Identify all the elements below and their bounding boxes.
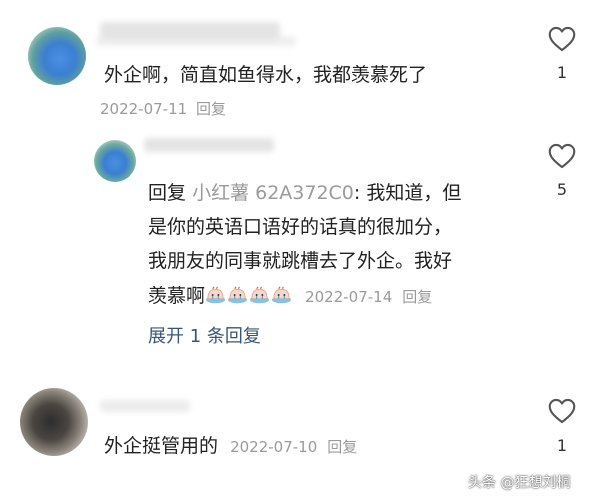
comment-date: 2022-07-10 xyxy=(230,438,318,456)
avatar[interactable] xyxy=(94,140,136,182)
heart-outline-icon[interactable] xyxy=(548,26,576,52)
reply-text-line: 是你的英语口语好的话真的很加分， xyxy=(148,216,453,238)
username-blurred xyxy=(144,138,274,152)
username-blurred xyxy=(100,400,190,412)
heart-outline-icon[interactable] xyxy=(548,398,576,424)
comment-date: 2022-07-11 xyxy=(100,100,188,118)
like-count: 1 xyxy=(556,63,568,82)
avatar[interactable] xyxy=(20,388,88,456)
watermark: 头条 @狂想刘桐 xyxy=(468,475,571,491)
comment-text-line: 外企挺管用的 2022-07-10 回复 xyxy=(104,431,357,458)
heart-outline-icon[interactable] xyxy=(548,143,576,169)
like-count: 1 xyxy=(556,436,568,455)
reply-text-line: 羡慕啊 2022-07-14 回复 xyxy=(148,281,432,308)
reply-button[interactable]: 回复 xyxy=(196,100,226,118)
reply-button[interactable]: 回复 xyxy=(402,288,432,306)
crying-face-emoji-icon xyxy=(227,286,248,304)
reply-text-line: 我朋友的同事就跳槽去了外企。我好 xyxy=(148,250,453,272)
comment-date: 2022-07-14 xyxy=(305,288,393,306)
crying-face-emoji-icon xyxy=(271,286,292,304)
expand-replies-button[interactable]: 展开 1 条回复 xyxy=(148,322,261,348)
reply-prefix: 回复 xyxy=(148,182,187,204)
reply-text: 羡慕啊 xyxy=(148,285,206,307)
reply-to-user[interactable]: 小红薯 62A372C0 xyxy=(192,182,354,204)
like-count: 5 xyxy=(556,180,568,199)
comment-meta: 2022-07-11 回复 xyxy=(100,98,226,119)
username-blurred xyxy=(96,36,296,46)
reply-text-line: 回复 小红薯 62A372C0: 我知道，但 xyxy=(148,178,461,205)
crying-face-emoji-icon xyxy=(205,286,226,304)
comment-text: 外企啊，简直如鱼得水，我都羡慕死了 xyxy=(104,64,428,86)
comment-text: 外企挺管用的 xyxy=(104,435,219,457)
reply-text: : 我知道，但 xyxy=(353,182,462,204)
avatar[interactable] xyxy=(28,27,86,85)
crying-face-emoji-icon xyxy=(249,286,270,304)
reply-button[interactable]: 回复 xyxy=(327,438,357,456)
emoji-group xyxy=(205,285,293,307)
